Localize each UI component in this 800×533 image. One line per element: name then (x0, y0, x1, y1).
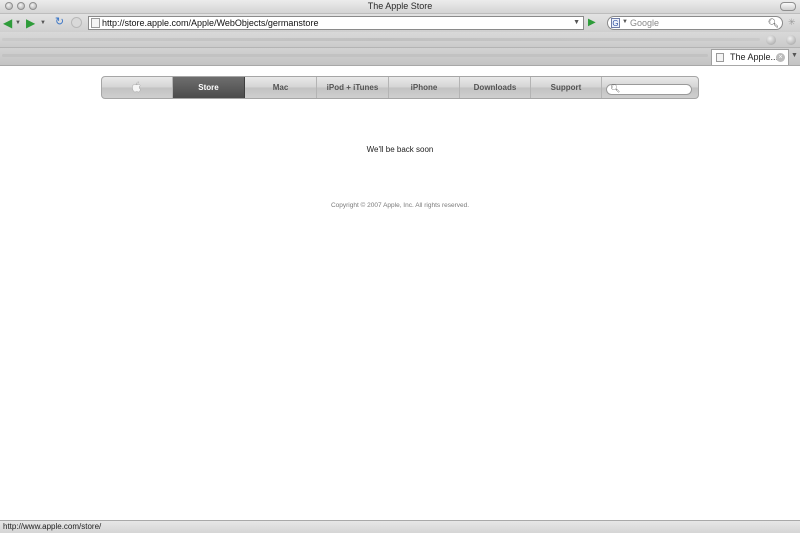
window-title: The Apple Store (367, 1, 433, 11)
nav-ipod-itunes[interactable]: iPod + iTunes (317, 77, 389, 98)
tab-label: The Apple... (730, 52, 779, 62)
search-bar[interactable]: G ▼ Google 🔍︎ (607, 16, 783, 30)
search-engine-icon[interactable]: G (611, 18, 620, 28)
go-button-icon[interactable]: ▶ (588, 17, 596, 29)
address-bar[interactable]: http://store.apple.com/Apple/WebObjects/… (88, 16, 584, 30)
window-titlebar: The Apple Store (0, 0, 800, 14)
search-input[interactable]: Google (630, 17, 659, 29)
tab-list-dropdown-icon[interactable]: ▼ (791, 52, 798, 59)
copyright-notice: Copyright © 2007 Apple, Inc. All rights … (330, 202, 470, 209)
apple-logo-icon (132, 81, 141, 93)
tab-favicon-icon (716, 53, 724, 62)
activity-spinner-icon: ✳ (788, 17, 796, 27)
tab-the-apple-store[interactable]: The Apple... × (711, 49, 789, 65)
reload-icon[interactable]: ↻ (53, 16, 66, 29)
back-arrow-icon[interactable]: ◀ (3, 16, 12, 30)
nav-downloads[interactable]: Downloads (460, 77, 531, 98)
url-history-dropdown-icon[interactable]: ▼ (573, 19, 580, 26)
nav-iphone[interactable]: iPhone (389, 77, 460, 98)
settings-gear-icon[interactable] (786, 35, 796, 45)
stop-icon[interactable] (71, 17, 82, 28)
bookmarks-area (2, 38, 760, 41)
site-search-input[interactable]: 🔍︎ (606, 84, 692, 95)
tab-bar-area (2, 54, 708, 57)
nav-apple-home[interactable] (102, 77, 173, 98)
nav-mac[interactable]: Mac (245, 77, 317, 98)
search-engine-dropdown-icon[interactable]: ▼ (622, 19, 628, 25)
back-history-dropdown-icon[interactable]: ▼ (15, 20, 21, 26)
forward-history-dropdown-icon[interactable]: ▼ (40, 20, 46, 26)
address-input[interactable]: http://store.apple.com/Apple/WebObjects/… (102, 17, 318, 29)
maintenance-message: We'll be back soon (366, 145, 434, 154)
page-favicon-icon (91, 18, 100, 28)
toolbar-toggle-button[interactable] (780, 2, 796, 11)
search-icon: 🔍︎ (610, 84, 621, 93)
menu-gear-icon[interactable] (766, 35, 776, 45)
bookmarks-toolbar (0, 32, 800, 48)
forward-arrow-icon[interactable]: ▶ (26, 16, 35, 30)
search-magnifier-icon[interactable]: 🔍︎ (768, 17, 779, 29)
nav-store[interactable]: Store (173, 77, 245, 98)
tab-bar: The Apple... × ▼ (0, 48, 800, 66)
navigation-toolbar: ◀ ▼ ▶ ▼ ↻ http://store.apple.com/Apple/W… (0, 14, 800, 32)
status-bar: http://www.apple.com/store/ (0, 520, 800, 533)
status-url-text: http://www.apple.com/store/ (3, 522, 102, 531)
close-tab-icon[interactable]: × (776, 53, 785, 62)
nav-support[interactable]: Support (531, 77, 602, 98)
